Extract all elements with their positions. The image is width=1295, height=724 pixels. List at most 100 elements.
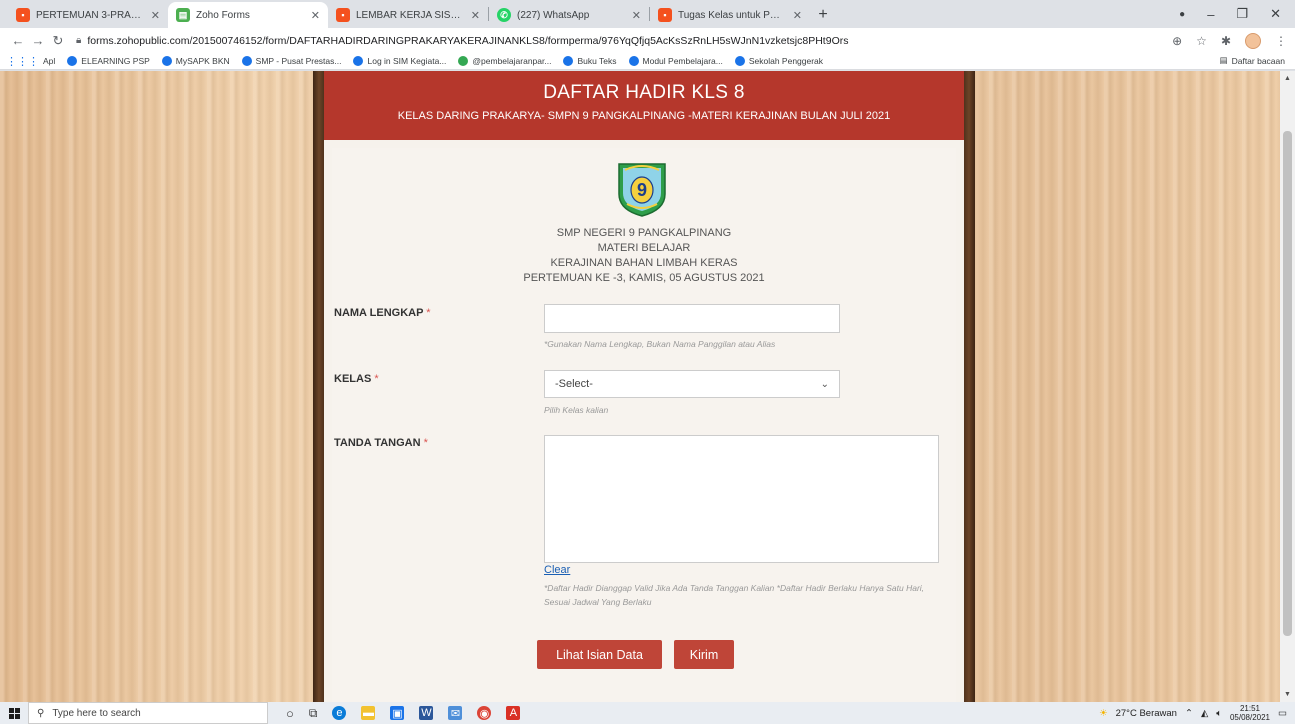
class-field-label: KELAS * [334, 373, 379, 385]
system-tray: ☀ 27°C Berawan ⌃ ◭ 🔈︎ 21:51 05/08/2021 ▭ [1099, 702, 1287, 724]
globe-icon [353, 56, 364, 66]
reading-list[interactable]: ▤ Daftar bacaan [1220, 55, 1285, 66]
cortana-icon[interactable]: ○ [286, 706, 294, 721]
minimize-button[interactable]: – [1207, 7, 1214, 22]
tab-whatsapp[interactable]: ✆ (227) WhatsApp ✕ [489, 2, 649, 28]
class-select[interactable]: -Select- ⌄ [544, 370, 840, 398]
close-icon[interactable]: ✕ [632, 9, 641, 22]
close-icon[interactable]: ✕ [151, 9, 160, 22]
close-icon[interactable]: ✕ [793, 9, 802, 22]
signature-note: *Daftar Hadir Dianggap Valid Jika Ada Ta… [544, 583, 925, 607]
avatar[interactable] [1245, 32, 1261, 49]
bookmark-smp-pusat[interactable]: SMP - Pusat Prestas... [241, 56, 341, 66]
clear-signature-link[interactable]: Clear [544, 564, 570, 576]
close-icon[interactable]: ✕ [311, 9, 320, 22]
reading-list-icon: ▤ [1219, 55, 1228, 65]
bookmark-pembelajaran[interactable]: @pembelajaranpar... [458, 56, 551, 66]
word-icon[interactable]: W [419, 706, 434, 720]
clock[interactable]: 21:51 05/08/2021 [1230, 704, 1270, 722]
taskbar-search[interactable]: ⚲ Type here to search [28, 702, 268, 724]
notifications-icon[interactable]: ▭ [1278, 708, 1287, 719]
extensions-icon[interactable]: ✱ [1221, 34, 1231, 48]
search-icon: ⚲ [37, 707, 45, 719]
material-topic: KERAJINAN BAHAN LIMBAH KERAS [550, 257, 738, 269]
whatsapp-icon: ✆ [497, 8, 511, 22]
tab-lembar-kerja[interactable]: ▪ LEMBAR KERJA SISWA-PERTEMU ✕ [328, 2, 488, 28]
chrome-icon[interactable]: ◉ [477, 706, 492, 720]
bookmark-sim-kegiatan[interactable]: Log in SIM Kegiata... [353, 56, 446, 66]
bookmark-apps[interactable]: ⋮⋮⋮ Apl [6, 55, 55, 68]
form-body: 9 SMP NEGERI 9 PANGKALPINANG MATERI BELA… [324, 140, 964, 702]
acrobat-icon[interactable]: A [506, 706, 521, 720]
tab-zoho-forms[interactable]: ▤ Zoho Forms ✕ [168, 2, 328, 28]
apps-grid-icon: ⋮⋮⋮ [6, 55, 39, 68]
globe-icon [67, 56, 78, 66]
weather-icon: ☀ [1099, 707, 1108, 719]
menu-icon[interactable]: ⋮ [1275, 34, 1287, 48]
school-name: SMP NEGERI 9 PANGKALPINANG [556, 227, 732, 239]
bookmarks-bar: ⋮⋮⋮ Apl ELEARNING PSP MySAPK BKN SMP - Pu… [0, 53, 1295, 70]
new-tab-button[interactable]: + [810, 2, 836, 28]
globe-icon [241, 56, 252, 66]
bookmark-sekolah-penggerak[interactable]: Sekolah Penggerak [734, 56, 823, 66]
slides-icon: ▪ [336, 8, 350, 22]
profile-dot-icon[interactable]: ● [1179, 9, 1185, 20]
globe-icon [628, 56, 639, 66]
maximize-button[interactable]: ❐ [1236, 6, 1248, 22]
clock-date: 05/08/2021 [1229, 713, 1271, 722]
page-scrollbar[interactable]: ▲ ▼ [1280, 71, 1295, 702]
scroll-down-icon[interactable]: ▼ [1284, 691, 1291, 698]
reload-icon[interactable]: ↻ [48, 33, 68, 49]
close-window-button[interactable]: ✕ [1270, 6, 1281, 22]
scroll-up-icon[interactable]: ▲ [1284, 75, 1291, 82]
slides-icon: ▪ [658, 8, 672, 22]
bookmark-elearning[interactable]: ELEARNING PSP [67, 56, 150, 66]
forward-icon[interactable]: → [28, 33, 48, 48]
logo-number: 9 [637, 180, 647, 200]
name-input[interactable] [544, 304, 840, 333]
view-data-button[interactable]: Lihat Isian Data [537, 640, 662, 669]
search-placeholder: Type here to search [52, 707, 141, 719]
submit-button[interactable]: Kirim [674, 640, 734, 669]
edge-icon[interactable]: e [332, 706, 347, 720]
window-controls: ● – ❐ ✕ [1179, 0, 1295, 28]
signature-pad[interactable] [544, 435, 939, 563]
scrollbar-thumb[interactable] [1283, 131, 1292, 636]
class-hint: Pilih Kelas kalian [544, 405, 609, 415]
network-icon[interactable]: ◭ [1201, 708, 1208, 719]
volume-icon[interactable]: 🔈︎ [1216, 708, 1222, 719]
chevron-up-icon[interactable]: ⌃ [1185, 708, 1193, 719]
form-icon: ▤ [176, 8, 190, 22]
tab-label: Tugas Kelas untuk PRAKARYA KE [678, 9, 787, 21]
browser-toolbar: ← → ↻ 🔒︎ forms.zohopublic.com/2015007461… [0, 28, 1295, 53]
tab-pertemuan-prakarya[interactable]: ▪ PERTEMUAN 3-PRAKARYA ✕ [8, 2, 168, 28]
zoom-icon[interactable]: ⊕ [1172, 34, 1182, 48]
taskbar: ⚲ Type here to search ○ ⧉ e ▬ ▣ W ✉ ◉ A … [0, 702, 1295, 724]
form-frame: DAFTAR HADIR KLS 8 KELAS DARING PRAKARYA… [313, 71, 975, 702]
bookmark-buku-teks[interactable]: Buku Teks [563, 56, 617, 66]
back-icon[interactable]: ← [8, 33, 28, 48]
file-explorer-icon[interactable]: ▬ [361, 706, 376, 720]
task-view-icon[interactable]: ⧉ [309, 706, 318, 721]
weather-text[interactable]: 27°C Berawan [1116, 708, 1177, 719]
page-background: DAFTAR HADIR KLS 8 KELAS DARING PRAKARYA… [0, 71, 1295, 702]
slides-icon: ▪ [16, 8, 30, 22]
form-title: DAFTAR HADIR KLS 8 [543, 82, 745, 103]
bookmark-modul[interactable]: Modul Pembelajara... [628, 56, 723, 66]
windows-icon [8, 707, 20, 719]
bookmark-mysapk[interactable]: MySAPK BKN [161, 56, 230, 66]
material-heading: MATERI BELAJAR [597, 242, 691, 254]
star-icon[interactable]: ☆ [1196, 34, 1207, 48]
close-icon[interactable]: ✕ [471, 9, 480, 22]
class-select-value: -Select- [555, 378, 593, 390]
mail-icon[interactable]: ✉ [448, 706, 463, 720]
globe-icon [563, 56, 574, 66]
start-button[interactable] [0, 702, 28, 724]
store-icon[interactable]: ▣ [390, 706, 405, 720]
tab-tugas-kelas[interactable]: ▪ Tugas Kelas untuk PRAKARYA KE ✕ [650, 2, 810, 28]
address-bar[interactable]: 🔒︎ forms.zohopublic.com/201500746152/for… [76, 30, 1172, 51]
globe-icon [161, 56, 172, 66]
chevron-down-icon: ⌄ [820, 378, 829, 390]
school-info: SMP NEGERI 9 PANGKALPINANG MATERI BELAJA… [332, 226, 956, 286]
lock-icon: 🔒︎ [76, 35, 82, 46]
